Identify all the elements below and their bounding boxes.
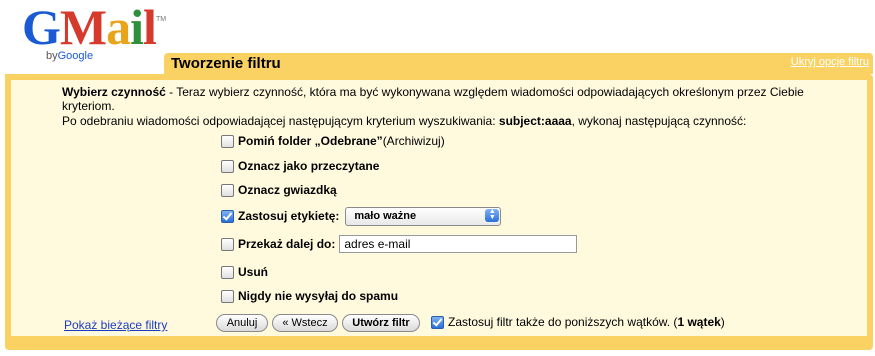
apply-to-threads-checkbox[interactable]	[431, 315, 444, 329]
forward-checkbox[interactable]	[221, 237, 234, 251]
mark-read-checkbox[interactable]	[221, 159, 234, 173]
star-checkbox[interactable]	[221, 183, 234, 197]
option-apply-label[interactable]: Zastosuj etykietę: mało ważne ▲ ▼	[221, 206, 502, 226]
skip-inbox-checkbox[interactable]	[221, 134, 234, 148]
show-current-filters-link[interactable]: Pokaż bieżące filtry	[64, 318, 167, 332]
filter-panel: Wybierz czynność - Teraz wybierz czynnoś…	[5, 74, 873, 350]
option-forward[interactable]: Przekaż dalej do:	[221, 235, 578, 253]
page-title: Tworzenie filtru	[171, 55, 281, 72]
filter-header: Tworzenie filtru Ukryj opcje filtru	[164, 53, 873, 74]
back-button[interactable]: « Wstecz	[272, 314, 338, 332]
criteria-text: Po odebraniu wiadomości odpowiadającej n…	[62, 114, 747, 128]
forward-email-input[interactable]	[339, 235, 578, 253]
never-spam-checkbox[interactable]	[221, 289, 234, 303]
gmail-logo: GMail byGoogle TM	[22, 0, 167, 62]
create-filter-button[interactable]: Utwórz filtr	[342, 314, 420, 332]
option-never-spam[interactable]: Nigdy nie wysyłaj do spamu	[221, 288, 398, 304]
option-star[interactable]: Oznacz gwiazdką	[221, 182, 337, 198]
cancel-button[interactable]: Anuluj	[216, 314, 268, 332]
hide-filter-options-link[interactable]: Ukryj opcje filtru	[791, 56, 869, 68]
apply-label-checkbox[interactable]	[221, 209, 234, 223]
select-arrows-icon: ▲ ▼	[485, 208, 500, 222]
label-select[interactable]: mało ważne ▲ ▼	[345, 206, 502, 226]
option-delete[interactable]: Usuń	[221, 264, 268, 280]
option-mark-read[interactable]: Oznacz jako przeczytane	[221, 158, 379, 174]
apply-to-threads-option[interactable]: Zastosuj filtr także do poniższych wątkó…	[431, 315, 725, 329]
option-skip-inbox[interactable]: Pomiń folder „Odebrane” (Archiwizuj)	[221, 133, 445, 149]
instruction-text: Wybierz czynność - Teraz wybierz czynnoś…	[62, 85, 804, 113]
delete-checkbox[interactable]	[221, 265, 234, 279]
filter-content: Wybierz czynność - Teraz wybierz czynnoś…	[11, 80, 867, 336]
